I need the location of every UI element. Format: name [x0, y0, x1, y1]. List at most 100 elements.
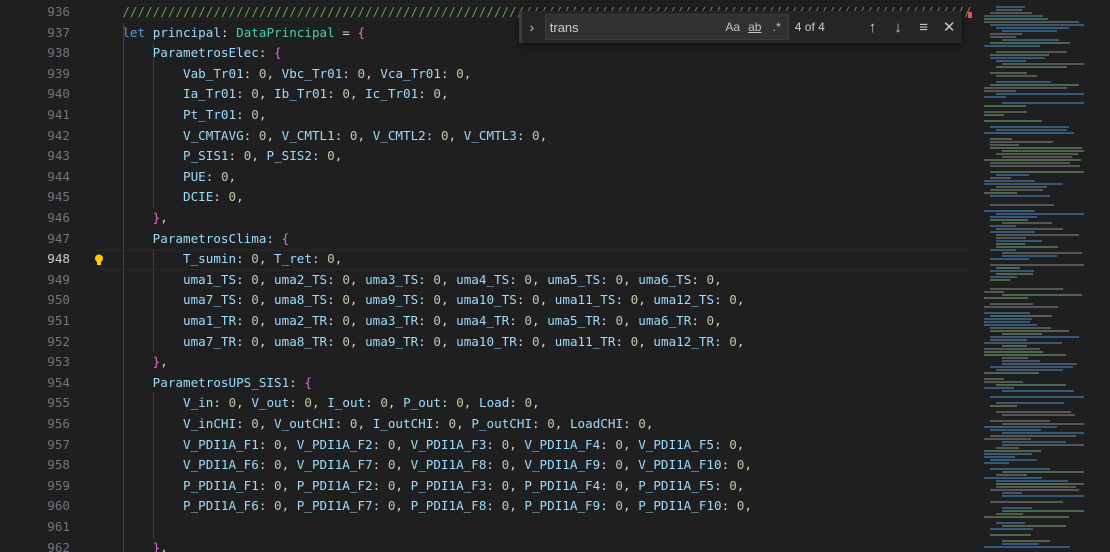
code-line[interactable]: uma1_TR: 0, uma2_TR: 0, uma3_TR: 0, uma4…	[92, 311, 722, 331]
line-number: 956	[47, 416, 70, 431]
minimap-line	[1002, 150, 1084, 152]
code-line[interactable]: P_PDI1A_F1: 0, P_PDI1A_F2: 0, P_PDI1A_F3…	[92, 476, 744, 496]
line-number: 941	[47, 107, 70, 122]
minimap-line	[984, 120, 1042, 122]
minimap-line	[1002, 414, 1075, 416]
minimap-line	[1002, 423, 1084, 425]
minimap-line	[996, 174, 1029, 176]
code-line[interactable]: T_sumin: 0, T_ret: 0,	[92, 249, 342, 269]
lightbulb-icon[interactable]	[92, 252, 106, 266]
minimap-line	[996, 486, 1076, 488]
code-line[interactable]: V_inCHI: 0, V_outCHI: 0, I_outCHI: 0, P_…	[92, 414, 653, 434]
code-line[interactable]: V_CMTAVG: 0, V_CMTL1: 0, V_CMTL2: 0, V_C…	[92, 126, 547, 146]
minimap-line	[984, 378, 1004, 380]
minimap-line	[984, 321, 1030, 323]
minimap-line	[996, 522, 1025, 524]
code-line[interactable]: },	[92, 538, 168, 552]
minimap-line	[984, 183, 1063, 185]
minimap-line	[996, 240, 1042, 242]
minimap-line	[1002, 525, 1066, 527]
line-number: 936	[47, 4, 70, 19]
code-line[interactable]: ParametrosUPS_SIS1: {	[92, 373, 312, 393]
minimap-line	[990, 336, 1079, 338]
minimap-line	[990, 429, 1041, 431]
code-editor[interactable]: 936 937 938 939 940 941 942 943 944 945 946 947 948 9…	[0, 0, 1110, 552]
minimap-line	[990, 165, 1080, 167]
minimap-line	[1002, 357, 1028, 359]
code-line[interactable]: P_PDI1A_F6: 0, P_PDI1A_F7: 0, P_PDI1A_F8…	[92, 496, 752, 516]
close-icon[interactable]: ✕	[936, 18, 962, 36]
code-line[interactable]: Ia_Tr01: 0, Ib_Tr01: 0, Ic_Tr01: 0,	[92, 84, 449, 104]
code-line[interactable]: V_in: 0, V_out: 0, I_out: 0, P_out: 0, L…	[92, 393, 540, 413]
indent-guide	[153, 249, 154, 353]
minimap-line	[990, 366, 1073, 368]
minimap-line	[990, 315, 1052, 317]
minimap-line	[984, 291, 1004, 293]
minimap-line	[996, 246, 1058, 248]
code-line[interactable]: uma7_TS: 0, uma8_TS: 0, uma9_TS: 0, uma1…	[92, 290, 744, 310]
minimap-line	[990, 330, 1069, 332]
minimap-line	[990, 405, 1017, 407]
code-area[interactable]: ////////////////////////////////////////…	[92, 0, 972, 552]
find-widget: › trans Aa ab .* 4 of 4 ↑ ↓ ≡ ✕	[519, 11, 962, 43]
arrow-down-icon[interactable]: ↓	[885, 19, 911, 36]
minimap-line	[1002, 492, 1022, 494]
code-line[interactable]: uma7_TR: 0, uma8_TR: 0, uma9_TR: 0, uma1…	[92, 332, 744, 352]
minimap-line	[990, 288, 1063, 290]
minimap-line	[984, 45, 1040, 47]
line-number: 953	[47, 354, 70, 370]
code-line[interactable]: let principal: DataPrincipal = {	[92, 23, 365, 43]
minimap-line	[984, 450, 1041, 452]
code-line[interactable]: uma1_TS: 0, uma2_TS: 0, uma3_TS: 0, uma4…	[92, 270, 722, 290]
minimap-line	[984, 351, 1043, 353]
minimap-line	[996, 27, 1069, 29]
minimap-line	[1002, 510, 1084, 512]
code-line[interactable]: PUE: 0,	[92, 167, 236, 187]
arrow-up-icon[interactable]: ↑	[860, 19, 886, 36]
code-line[interactable]: },	[92, 208, 168, 228]
minimap-line	[1002, 255, 1057, 257]
minimap-line	[990, 177, 1011, 179]
code-line[interactable]: DCIE: 0,	[92, 187, 244, 207]
minimap-line	[990, 459, 1037, 461]
code-line[interactable]: Vab_Tr01: 0, Vbc_Tr01: 0, Vca_Tr01: 0,	[92, 64, 471, 84]
vertical-scrollbar[interactable]	[1096, 0, 1110, 552]
code-line[interactable]: ParametrosClima: {	[92, 229, 290, 249]
minimap-line	[990, 147, 1082, 149]
line-number: 947	[47, 230, 70, 246]
match-case-toggle[interactable]: Aa	[722, 20, 744, 34]
minimap-line	[990, 144, 1019, 146]
line-number: 959	[47, 477, 70, 493]
minimap-line	[996, 513, 1023, 515]
minimap-line	[990, 276, 1017, 278]
line-number: 949	[47, 271, 70, 287]
find-input[interactable]: trans Aa ab .*	[544, 14, 789, 40]
minimap-line	[996, 6, 1025, 8]
minimap[interactable]	[980, 0, 1092, 552]
minimap-line	[996, 213, 1084, 215]
line-number: 943	[47, 148, 70, 164]
minimap-line	[1002, 471, 1084, 473]
chevron-right-icon[interactable]: ›	[525, 11, 539, 43]
code-line[interactable]: Pt_Tr01: 0,	[92, 105, 266, 125]
find-in-selection-icon[interactable]: ≡	[911, 19, 937, 36]
code-line[interactable]: P_SIS1: 0, P_SIS2: 0,	[92, 146, 342, 166]
minimap-line	[984, 438, 1031, 440]
minimap-line	[990, 225, 1016, 227]
code-line[interactable]: V_PDI1A_F6: 0, V_PDI1A_F7: 0, V_PDI1A_F8…	[92, 455, 752, 475]
code-line[interactable]: ParametrosElec: {	[92, 43, 282, 63]
minimap-line	[984, 105, 1026, 107]
regex-toggle[interactable]: .*	[766, 20, 788, 34]
minimap-line	[984, 312, 1030, 314]
minimap-line	[990, 42, 1070, 44]
minimap-line	[990, 435, 1076, 437]
code-line[interactable]: V_PDI1A_F1: 0, V_PDI1A_F2: 0, V_PDI1A_F3…	[92, 435, 744, 455]
line-number: 951	[47, 313, 70, 328]
code-line[interactable]: },	[92, 352, 168, 372]
minimap-line	[984, 372, 1039, 374]
minimap-line	[984, 132, 1074, 134]
minimap-line	[990, 138, 1012, 140]
find-query[interactable]: trans	[546, 20, 722, 35]
whole-word-toggle[interactable]: ab	[744, 20, 766, 34]
minimap-line	[990, 264, 1084, 266]
